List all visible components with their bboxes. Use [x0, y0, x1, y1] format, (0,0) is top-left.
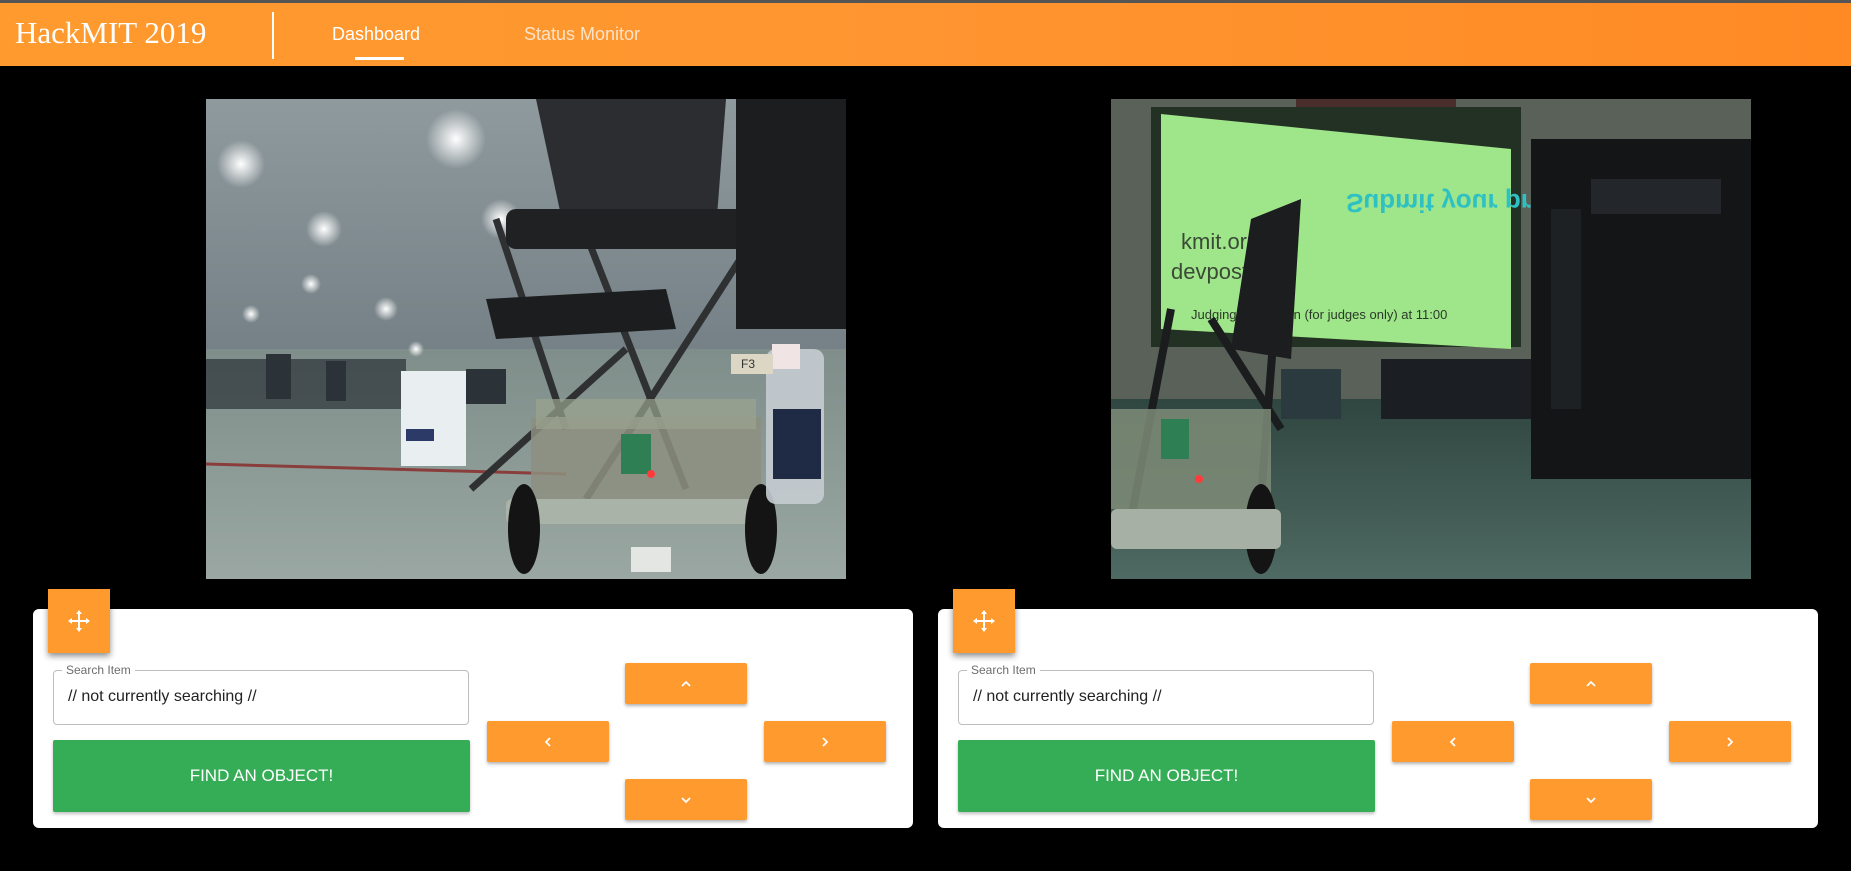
chevron-left-icon — [1449, 736, 1456, 747]
camera-feed-right-image: Submit your project!! kmit.org devpost J… — [1111, 99, 1751, 579]
move-down-button[interactable] — [1530, 779, 1652, 820]
top-app-bar: HackMIT 2019 Dashboard Status Monitor — [0, 0, 1851, 66]
screen-line-4: Judging orientation (for judges only) at… — [1191, 307, 1447, 322]
find-object-button[interactable]: FIND AN OBJECT! — [53, 740, 470, 812]
active-tab-indicator — [355, 57, 404, 60]
move-right-button[interactable] — [1669, 721, 1791, 762]
control-panel-right: Search Item FIND AN OBJECT! — [938, 609, 1818, 828]
chevron-left-icon — [544, 736, 551, 747]
search-input[interactable] — [66, 687, 460, 707]
chevron-up-icon — [1586, 680, 1596, 687]
chevron-up-icon — [681, 680, 691, 687]
title-divider — [272, 12, 274, 59]
camera-feed-left-image: F3 — [206, 99, 846, 579]
move-down-button[interactable] — [625, 779, 747, 820]
find-object-button[interactable]: FIND AN OBJECT! — [958, 740, 1375, 812]
chevron-right-icon — [1727, 736, 1734, 747]
tab-dashboard[interactable]: Dashboard — [332, 24, 420, 45]
move-mode-button-left[interactable] — [48, 589, 110, 653]
chevron-right-icon — [822, 736, 829, 747]
move-right-button[interactable] — [764, 721, 886, 762]
camera-left-label: F3 — [741, 357, 755, 371]
camera-feed-right: Submit your project!! kmit.org devpost J… — [1111, 99, 1751, 579]
move-icon — [68, 610, 90, 632]
search-input[interactable] — [971, 687, 1365, 707]
search-field[interactable]: Search Item — [53, 663, 469, 725]
control-panel-left: Search Item FIND AN OBJECT! — [33, 609, 913, 828]
tab-status-monitor[interactable]: Status Monitor — [524, 24, 640, 45]
move-up-button[interactable] — [1530, 663, 1652, 704]
search-label: Search Item — [967, 663, 1040, 677]
move-left-button[interactable] — [487, 721, 609, 762]
move-icon — [973, 610, 995, 632]
chevron-down-icon — [1586, 796, 1596, 803]
search-label: Search Item — [62, 663, 135, 677]
camera-feed-left: F3 — [206, 99, 846, 579]
screen-line-3: devpost — [1171, 259, 1248, 284]
chevron-down-icon — [681, 796, 691, 803]
app-title: HackMIT 2019 — [15, 15, 207, 50]
move-left-button[interactable] — [1392, 721, 1514, 762]
move-mode-button-right[interactable] — [953, 589, 1015, 653]
search-field[interactable]: Search Item — [958, 663, 1374, 725]
move-up-button[interactable] — [625, 663, 747, 704]
